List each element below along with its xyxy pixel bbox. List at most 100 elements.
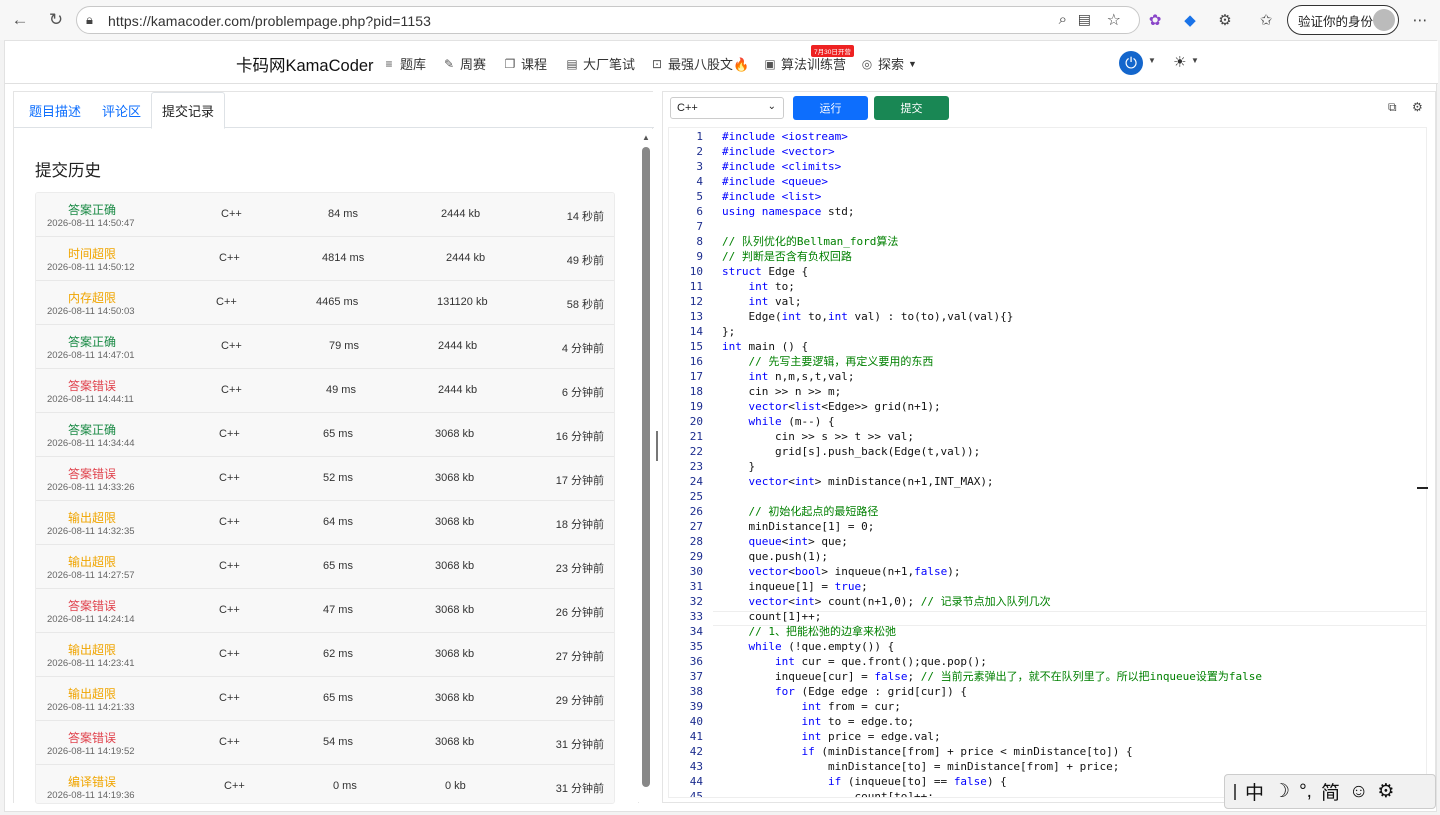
submission-row[interactable]: 答案错误 2026-08-11 14:24:14 C++ 47 ms 3068 kb 26… [36, 589, 614, 633]
submission-row[interactable]: 答案错误 2026-08-11 14:44:11 C++ 49 ms 2444 kb 6 … [36, 369, 614, 413]
code-line[interactable]: vector<int> minDistance(n+1,INT_MAX); [722, 474, 994, 489]
code-line[interactable]: if (minDistance[from] + price < minDista… [722, 744, 1132, 759]
submission-row[interactable]: 答案正确 2026-08-11 14:34:44 C++ 65 ms 3068 kb 16… [36, 413, 614, 457]
code-line[interactable]: if (inqueue[to] == false) { [722, 774, 1007, 789]
submission-row[interactable]: 答案错误 2026-08-11 14:19:52 C++ 54 ms 3068 kb 31… [36, 721, 614, 765]
scroll-up-icon[interactable]: ▲ [642, 133, 650, 142]
code-line[interactable]: #include <queue> [722, 174, 828, 189]
ime-mode-button[interactable]: 中 [1245, 778, 1264, 805]
submit-button[interactable]: 提交 [874, 96, 949, 120]
tab-submissions[interactable]: 提交记录 [151, 92, 225, 129]
code-line[interactable]: while (!que.empty()) { [722, 639, 895, 654]
code-line[interactable]: #include <vector> [722, 144, 835, 159]
submission-row[interactable]: 输出超限 2026-08-11 14:32:35 C++ 64 ms 3068 kb 18… [36, 501, 614, 545]
code-line[interactable]: count[to]++; [722, 789, 933, 797]
status-label[interactable]: 答案错误 [68, 465, 116, 482]
submission-row[interactable]: 内存超限 2026-08-11 14:50:03 C++ 4465 ms 131120 … [36, 281, 614, 325]
code-line[interactable]: #include <list> [722, 189, 821, 204]
code-line[interactable]: } [722, 459, 755, 474]
submission-row[interactable]: 输出超限 2026-08-11 14:23:41 C++ 62 ms 3068 kb 27… [36, 633, 614, 677]
code-line[interactable]: // 判断是否含有负权回路 [722, 249, 852, 264]
nav-item-courses[interactable]: ❐ 课程 [503, 54, 547, 73]
submission-row[interactable]: 答案错误 2026-08-11 14:33:26 C++ 52 ms 3068 kb 17… [36, 457, 614, 501]
run-button[interactable]: 运行 [793, 96, 868, 120]
nav-item-problems[interactable]: ≡ 题库 [382, 54, 426, 73]
user-menu-icon[interactable]: ⏻ [1119, 51, 1143, 75]
status-label[interactable]: 输出超限 [68, 509, 116, 526]
code-line[interactable]: // 先写主要逻辑，再定义要用的东西 [722, 354, 934, 369]
code-line[interactable]: // 初始化起点的最短路径 [722, 504, 879, 519]
code-line[interactable]: vector<int> count(n+1,0); // 记录节点加入队列几次 [722, 594, 1051, 609]
tab-comments[interactable]: 评论区 [102, 101, 141, 120]
nav-item-interview[interactable]: ⊡ 最强八股文🔥 [650, 54, 749, 73]
status-label[interactable]: 答案错误 [68, 597, 116, 614]
address-bar[interactable]: 🔒︎ https://kamacoder.com/problempage.php… [76, 6, 1140, 34]
submission-row[interactable]: 输出超限 2026-08-11 14:21:33 C++ 65 ms 3068 kb 29… [36, 677, 614, 721]
code-line[interactable]: queue<int> que; [722, 534, 848, 549]
nav-item-explore[interactable]: ◎ 探索 ▼ [860, 54, 917, 73]
code-line[interactable]: int n,m,s,t,val; [722, 369, 855, 384]
extension-icon[interactable]: ◆ [1180, 10, 1200, 30]
nav-item-contest[interactable]: ✎ 周赛 [442, 54, 486, 73]
code-line[interactable]: int to; [722, 279, 795, 294]
code-line[interactable]: #include <climits> [722, 159, 841, 174]
language-select[interactable]: C++ ⌄ [670, 97, 784, 119]
status-label[interactable]: 答案错误 [68, 377, 116, 394]
code-line[interactable]: #include <iostream> [722, 129, 848, 144]
status-label[interactable]: 内存超限 [68, 289, 116, 306]
zoom-icon[interactable]: ⌕ [1059, 11, 1067, 28]
submission-row[interactable]: 时间超限 2026-08-11 14:50:12 C++ 4814 ms 2444 kb… [36, 237, 614, 281]
reader-icon[interactable]: ▤ [1078, 11, 1091, 28]
code-line[interactable]: vector<bool> inqueue(n+1,false); [722, 564, 961, 579]
code-line[interactable]: cin >> s >> t >> val; [722, 429, 914, 444]
code-line[interactable]: int from = cur; [722, 699, 900, 714]
scrollbar-thumb[interactable] [642, 147, 650, 787]
code-line[interactable]: que.push(1); [722, 549, 827, 564]
code-line[interactable]: int cur = que.front();que.pop(); [722, 654, 987, 669]
status-label[interactable]: 编译错误 [68, 773, 116, 790]
code-line[interactable]: // 队列优化的Bellman_ford算法 [722, 234, 898, 249]
ime-moon-icon[interactable]: ☽ [1273, 780, 1290, 803]
code-line[interactable]: int val; [722, 294, 802, 309]
ime-emoji-icon[interactable]: ☺ [1349, 781, 1368, 803]
submission-row[interactable]: 答案正确 2026-08-11 14:47:01 C++ 79 ms 2444 kb 4 … [36, 325, 614, 369]
status-label[interactable]: 输出超限 [68, 685, 116, 702]
code-line[interactable]: Edge(int to,int val) : to(to),val(val){} [722, 309, 1013, 324]
caret-down-icon[interactable]: ▼ [1191, 56, 1199, 65]
submission-row[interactable]: 输出超限 2026-08-11 14:27:57 C++ 65 ms 3068 kb 23… [36, 545, 614, 589]
more-icon[interactable]: ⋯ [1410, 10, 1430, 30]
code-line[interactable]: struct Edge { [722, 264, 808, 279]
nav-item-exams[interactable]: ▤ 大厂笔试 [565, 54, 635, 73]
copilot-icon[interactable]: ✿ [1145, 10, 1165, 30]
code-line[interactable]: }; [722, 324, 735, 339]
ime-handle[interactable] [1234, 783, 1236, 800]
ime-settings-icon[interactable]: ⚙ [1377, 780, 1394, 803]
status-label[interactable]: 答案正确 [68, 201, 116, 218]
refresh-icon[interactable]: ↻ [44, 8, 68, 32]
site-brand[interactable]: 卡码网KamaCoder [236, 52, 374, 76]
status-label[interactable]: 答案正确 [68, 421, 116, 438]
submission-row[interactable]: 编译错误 2026-08-11 14:19:36 C++ 0 ms 0 kb 31 分钟前 [36, 765, 614, 803]
scrollbar[interactable]: ▲ [639, 129, 653, 803]
code-view-icon[interactable]: ⧉ [1388, 100, 1397, 115]
tab-description[interactable]: 题目描述 [29, 101, 81, 120]
code-line[interactable]: // 1、把能松弛的边拿来松弛 [722, 624, 897, 639]
status-label[interactable]: 答案正确 [68, 333, 116, 350]
code-line[interactable]: grid[s].push_back(Edge(t,val)); [722, 444, 980, 459]
status-label[interactable]: 时间超限 [68, 245, 116, 262]
code-editor[interactable]: 1 #include <iostream> 2 #include <vector> 3 #… [668, 127, 1427, 798]
status-label[interactable]: 输出超限 [68, 641, 116, 658]
code-line[interactable]: minDistance[to] = minDistance[from] + pr… [722, 759, 1119, 774]
puzzle-icon[interactable]: ⚙ [1215, 10, 1235, 30]
code-line[interactable]: int price = edge.val; [722, 729, 940, 744]
ime-simplified-button[interactable]: 简 [1321, 778, 1340, 805]
status-label[interactable]: 输出超限 [68, 553, 116, 570]
code-line[interactable]: minDistance[1] = 0; [722, 519, 874, 534]
code-line[interactable]: cin >> n >> m; [722, 384, 841, 399]
code-line[interactable]: int to = edge.to; [722, 714, 914, 729]
code-line[interactable]: count[1]++; [722, 609, 821, 624]
code-line[interactable]: for (Edge edge : grid[cur]) { [722, 684, 967, 699]
ime-punct-button[interactable]: °, [1299, 781, 1312, 803]
panel-splitter[interactable] [656, 431, 658, 461]
code-line[interactable]: inqueue[1] = true; [722, 579, 867, 594]
